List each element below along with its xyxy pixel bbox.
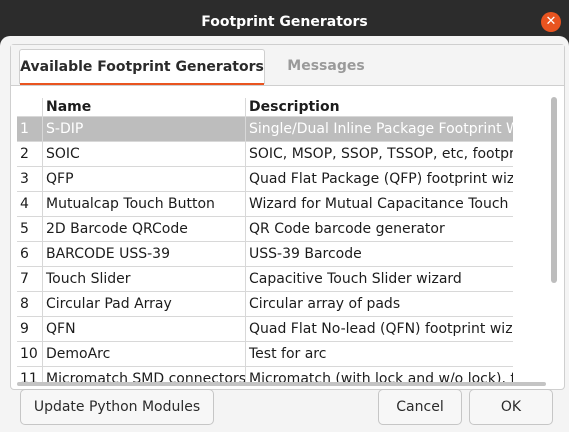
generators-table: Name Description 1 S-DIP Single/Dual Inlin… <box>17 98 545 383</box>
horizontal-scrollbar[interactable] <box>17 382 546 386</box>
column-header-description[interactable]: Description <box>245 98 513 116</box>
row-name: QFP <box>42 167 245 191</box>
row-name: BARCODE USS-39 <box>42 242 245 266</box>
dialog-body: Available Footprint Generators Messages … <box>0 36 569 432</box>
table-row[interactable]: 10 DemoArc Test for arc <box>17 342 513 367</box>
row-number: 4 <box>20 196 29 212</box>
vertical-scrollbar[interactable] <box>551 97 557 283</box>
row-description: QR Code barcode generator <box>245 217 513 241</box>
row-name: SOIC <box>42 142 245 166</box>
table-row[interactable]: 5 2D Barcode QRCode QR Code barcode genera… <box>17 217 513 242</box>
row-number: 8 <box>20 296 29 312</box>
row-description: Capacitive Touch Slider wizard <box>245 267 513 291</box>
table-header: Name Description <box>17 98 513 117</box>
row-number: 2 <box>20 146 29 162</box>
row-name: 2D Barcode QRCode <box>42 217 245 241</box>
table-row[interactable]: 1 S-DIP Single/Dual Inline Package Footpri… <box>17 117 513 142</box>
row-name: DemoArc <box>42 342 245 366</box>
tab-available-generators[interactable]: Available Footprint Generators <box>19 49 265 85</box>
row-description: Quad Flat No-lead (QFN) footprint wizar <box>245 317 513 341</box>
table-row[interactable]: 3 QFP Quad Flat Package (QFP) footprint wi… <box>17 167 513 192</box>
close-button[interactable]: ✕ <box>541 12 561 32</box>
table-row[interactable]: 7 Touch Slider Capacitive Touch Slider wiz… <box>17 267 513 292</box>
row-description: Micromatch (with lock and w/o lock), foo <box>245 367 513 383</box>
row-number: 3 <box>20 171 29 187</box>
row-name: Circular Pad Array <box>42 292 245 316</box>
row-name: Mutualcap Touch Button <box>42 192 245 216</box>
table-row[interactable]: 9 QFN Quad Flat No-lead (QFN) footprint wi… <box>17 317 513 342</box>
row-name: QFN <box>42 317 245 341</box>
row-number: 6 <box>20 246 29 262</box>
row-description: USS-39 Barcode <box>245 242 513 266</box>
row-description: Wizard for Mutual Capacitance Touch Bu <box>245 192 513 216</box>
row-number: 9 <box>20 321 29 337</box>
row-name: Micromatch SMD connectors <box>42 367 245 383</box>
row-name: Touch Slider <box>42 267 245 291</box>
row-description: Quad Flat Package (QFP) footprint wizar <box>245 167 513 191</box>
row-number: 5 <box>20 221 29 237</box>
table-row[interactable]: 11 Micromatch SMD connectors Micromatch (w… <box>17 367 513 383</box>
tab-messages[interactable]: Messages <box>271 49 381 83</box>
row-number: 7 <box>20 271 29 287</box>
row-number: 10 <box>20 346 38 362</box>
row-description: SOIC, MSOP, SSOP, TSSOP, etc, footprint <box>245 142 513 166</box>
row-number: 11 <box>20 371 38 383</box>
column-header-name[interactable]: Name <box>42 98 245 116</box>
cancel-button[interactable]: Cancel <box>378 389 462 425</box>
table-row[interactable]: 2 SOIC SOIC, MSOP, SSOP, TSSOP, etc, footp… <box>17 142 513 167</box>
row-description: Circular array of pads <box>245 292 513 316</box>
row-description: Test for arc <box>245 342 513 366</box>
column-header-number[interactable] <box>17 98 42 116</box>
update-python-modules-button[interactable]: Update Python Modules <box>20 389 214 425</box>
tab-bar: Available Footprint Generators Messages <box>11 45 564 86</box>
tab-label: Available Footprint Generators <box>20 59 264 75</box>
close-icon: ✕ <box>545 14 557 29</box>
row-number: 1 <box>20 121 29 137</box>
row-description: Single/Dual Inline Package Footprint Wiz <box>245 117 513 141</box>
notebook: Available Footprint Generators Messages … <box>10 44 565 390</box>
row-name: S-DIP <box>42 117 245 141</box>
table-row[interactable]: 6 BARCODE USS-39 USS-39 Barcode <box>17 242 513 267</box>
ok-button[interactable]: OK <box>469 389 553 425</box>
window-title: Footprint Generators <box>201 14 368 30</box>
tab-label: Messages <box>287 58 365 74</box>
table-row[interactable]: 4 Mutualcap Touch Button Wizard for Mutual… <box>17 192 513 217</box>
table-row[interactable]: 8 Circular Pad Array Circular array of pad… <box>17 292 513 317</box>
